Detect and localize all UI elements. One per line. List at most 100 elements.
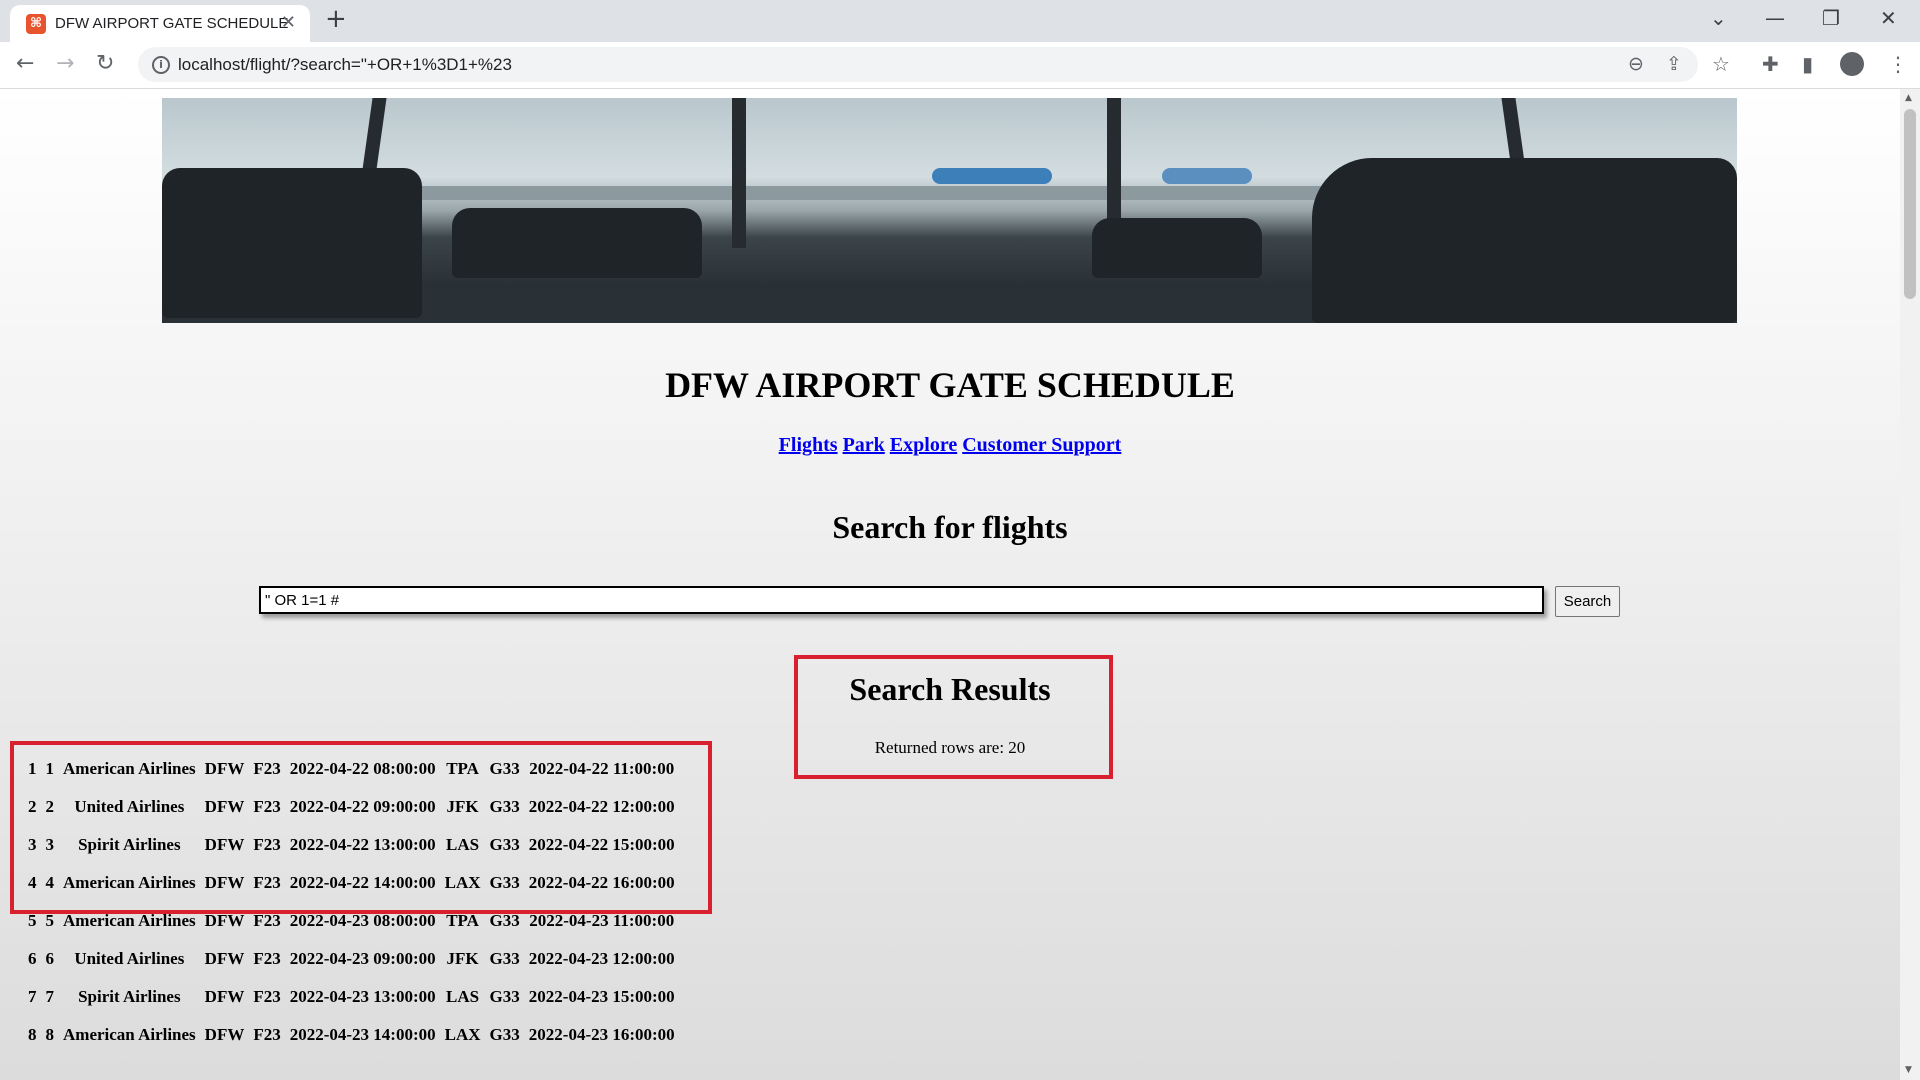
cell-row-number: 2 — [28, 797, 37, 816]
cell-destination-gate: G33 — [489, 987, 520, 1006]
cell-origin: DFW — [204, 797, 245, 816]
close-tab-icon[interactable]: ✕ — [281, 12, 296, 33]
cell-origin: DFW — [204, 987, 245, 1006]
menu-kebab-icon[interactable]: ⋮ — [1888, 52, 1908, 76]
vertical-scrollbar[interactable]: ▲ ▼ — [1900, 89, 1920, 1080]
cell-airline: American Airlines — [63, 911, 196, 930]
cell-flight-id: 6 — [45, 949, 55, 968]
cell-row-number: 5 — [28, 911, 37, 930]
nav-link-customer-support[interactable]: Customer Support — [962, 434, 1121, 456]
cell-airline: American Airlines — [63, 873, 196, 892]
table-row: 7 7 Spirit Airlines DFW F23 2022-04-23 13:00:… — [26, 978, 677, 1016]
table-row: 8 8 American Airlines DFW F23 2022-04-23 14:0… — [26, 1016, 677, 1054]
search-input[interactable] — [259, 586, 1544, 614]
new-tab-icon[interactable]: + — [325, 4, 347, 34]
search-heading: Search for flights — [832, 509, 1068, 545]
cell-airline: American Airlines — [63, 1025, 196, 1044]
cell-destination: JFK — [446, 949, 479, 968]
cell-row-number: 6 — [28, 949, 37, 968]
cell-departure-time: 2022-04-22 13:00:00 — [289, 835, 436, 854]
site-nav: Flights Park Explore Customer Support — [0, 434, 1900, 457]
cell-flight-id: 8 — [45, 1025, 55, 1044]
cell-airline: Spirit Airlines — [78, 987, 181, 1006]
cell-departure-time: 2022-04-23 08:00:00 — [289, 911, 436, 930]
profile-avatar-icon[interactable] — [1840, 52, 1864, 76]
cell-arrival-time: 2022-04-23 15:00:00 — [528, 987, 675, 1006]
side-panel-icon[interactable]: ▮ — [1802, 52, 1813, 76]
tab-search-chevron-icon[interactable]: ⌄ — [1710, 6, 1727, 30]
cell-flight-id: 1 — [45, 759, 55, 778]
site-info-icon[interactable]: i — [152, 56, 170, 74]
cell-origin: DFW — [204, 1025, 245, 1044]
cell-arrival-time: 2022-04-22 15:00:00 — [528, 835, 675, 854]
nav-link-park[interactable]: Park — [843, 434, 885, 456]
scroll-down-arrow-icon[interactable]: ▼ — [1905, 1065, 1912, 1075]
table-row: 3 3 Spirit Airlines DFW F23 2022-04-22 13:00:… — [26, 826, 677, 864]
restore-icon[interactable]: ❐ — [1822, 6, 1840, 30]
cell-origin: DFW — [204, 759, 245, 778]
cell-departure-time: 2022-04-22 14:00:00 — [289, 873, 436, 892]
browser-tab[interactable]: ⌘ DFW AIRPORT GATE SCHEDULE ✕ — [10, 5, 310, 42]
table-row: 5 5 American Airlines DFW F23 2022-04-23 08:0… — [26, 902, 677, 940]
cell-origin-gate: F23 — [253, 949, 281, 968]
cell-row-number: 1 — [28, 759, 37, 778]
cell-flight-id: 5 — [45, 911, 55, 930]
scrollbar-thumb[interactable] — [1904, 109, 1916, 299]
bookmark-star-icon[interactable]: ☆ — [1712, 52, 1730, 76]
cell-destination-gate: G33 — [489, 911, 520, 930]
nav-link-flights[interactable]: Flights — [779, 434, 838, 456]
cell-destination-gate: G33 — [489, 835, 520, 854]
minimize-icon[interactable]: — — [1765, 6, 1785, 30]
extensions-puzzle-icon[interactable]: ✚ — [1762, 52, 1779, 76]
cell-flight-id: 3 — [45, 835, 55, 854]
search-button[interactable]: Search — [1555, 586, 1620, 617]
browser-toolbar: ← → ↻ i localhost/flight/?search="+OR+1%… — [0, 42, 1920, 89]
cell-row-number: 8 — [28, 1025, 37, 1044]
cell-airline: Spirit Airlines — [78, 835, 181, 854]
page-title: DFW AIRPORT GATE SCHEDULE — [665, 365, 1235, 405]
zoom-icon[interactable]: ⊖ — [1628, 53, 1644, 75]
share-icon[interactable]: ⇪ — [1666, 53, 1682, 75]
cell-origin-gate: F23 — [253, 797, 281, 816]
cell-origin-gate: F23 — [253, 987, 281, 1006]
table-row: 4 4 American Airlines DFW F23 2022-04-22 14:0… — [26, 864, 677, 902]
cell-departure-time: 2022-04-23 09:00:00 — [289, 949, 436, 968]
flights-table: 1 1 American Airlines DFW F23 2022-04-22 08:0… — [21, 750, 682, 1054]
cell-arrival-time: 2022-04-22 16:00:00 — [528, 873, 675, 892]
cell-flight-id: 4 — [45, 873, 55, 892]
url-text: localhost/flight/?search="+OR+1%3D1+%23 — [178, 55, 512, 74]
cell-arrival-time: 2022-04-23 12:00:00 — [528, 949, 675, 968]
cell-arrival-time: 2022-04-23 11:00:00 — [529, 911, 675, 930]
back-arrow-icon[interactable]: ← — [16, 51, 34, 76]
nav-link-explore[interactable]: Explore — [890, 434, 957, 456]
reload-icon[interactable]: ↻ — [96, 51, 114, 76]
cell-destination: LAS — [446, 835, 480, 854]
cell-destination-gate: G33 — [489, 949, 520, 968]
cell-airline: United Airlines — [74, 797, 185, 816]
tab-strip: ⌘ DFW AIRPORT GATE SCHEDULE ✕ + ⌄ — ❐ ✕ — [0, 0, 1920, 42]
cell-origin: DFW — [204, 873, 245, 892]
cell-destination: TPA — [446, 759, 479, 778]
cell-origin-gate: F23 — [253, 911, 281, 930]
cell-destination-gate: G33 — [489, 1025, 520, 1044]
forward-arrow-icon[interactable]: → — [56, 51, 74, 76]
cell-destination: TPA — [446, 911, 479, 930]
tab-title: DFW AIRPORT GATE SCHEDULE — [55, 15, 289, 32]
cell-destination: LAX — [444, 873, 481, 892]
cell-origin-gate: F23 — [253, 1025, 281, 1044]
cell-arrival-time: 2022-04-22 11:00:00 — [529, 759, 675, 778]
table-row: 1 1 American Airlines DFW F23 2022-04-22 08:0… — [26, 750, 677, 788]
cell-origin: DFW — [204, 949, 245, 968]
close-window-icon[interactable]: ✕ — [1880, 6, 1897, 30]
scroll-up-arrow-icon[interactable]: ▲ — [1905, 93, 1912, 103]
results-heading: Search Results — [849, 671, 1051, 707]
cell-departure-time: 2022-04-22 08:00:00 — [289, 759, 436, 778]
address-bar[interactable]: i localhost/flight/?search="+OR+1%3D1+%2… — [138, 47, 1698, 82]
cell-destination: LAX — [444, 1025, 481, 1044]
cell-destination: LAS — [446, 987, 480, 1006]
page-content: DFW AIRPORT GATE SCHEDULE Flights Park E… — [0, 89, 1900, 1080]
cell-arrival-time: 2022-04-22 12:00:00 — [528, 797, 675, 816]
xampp-logo-icon: ⌘ — [26, 14, 46, 34]
cell-airline: American Airlines — [63, 759, 196, 778]
cell-airline: United Airlines — [74, 949, 185, 968]
